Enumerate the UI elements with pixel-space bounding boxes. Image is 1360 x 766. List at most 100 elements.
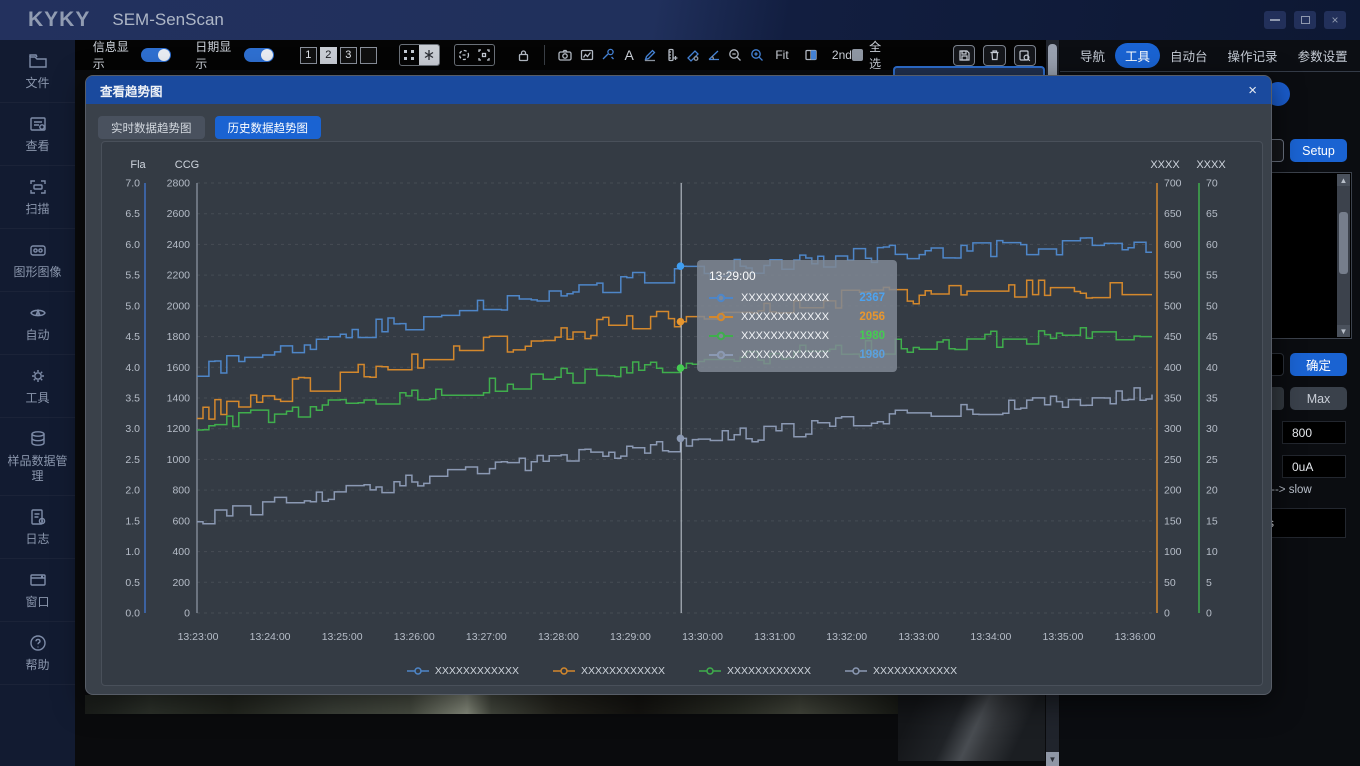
trend-chart-panel[interactable]: Fla CCG XXXX XXXX 7.0 2800 700 70 6.5 2600 650 65 6.… <box>101 141 1263 686</box>
current-input[interactable]: 0uA <box>1282 455 1346 478</box>
svg-text:60: 60 <box>1206 239 1218 251</box>
sidebar-item-window[interactable]: 窗口 <box>0 559 75 622</box>
tab-parameter-settings[interactable]: 参数设置 <box>1288 43 1358 68</box>
title-bar: KYKY SEM-SenScan × <box>0 0 1360 40</box>
date-toggle[interactable] <box>243 48 274 62</box>
zoom-in-icon[interactable] <box>746 44 767 66</box>
minimize-button[interactable] <box>1264 11 1286 29</box>
svg-text:4.5: 4.5 <box>125 331 140 343</box>
svg-text:2400: 2400 <box>167 239 191 251</box>
svg-text:4.0: 4.0 <box>125 362 140 374</box>
pen-icon[interactable] <box>640 44 661 66</box>
svg-text:13:35:00: 13:35:00 <box>1042 631 1083 643</box>
trend-chart-dialog: 查看趋势图 × 实时数据趋势图 历史数据趋势图 Fla CCG XXXX XXXX 7.… <box>85 75 1272 695</box>
svg-text:400: 400 <box>1164 362 1182 374</box>
svg-text:13:24:00: 13:24:00 <box>250 631 291 643</box>
fit-button[interactable]: Fit <box>775 48 788 62</box>
legend-item[interactable]: XXXXXXXXXXXX <box>406 665 519 677</box>
contrast-icon[interactable] <box>801 44 822 66</box>
dialog-header[interactable]: 查看趋势图 × <box>86 76 1271 104</box>
listbox-scrollbar[interactable]: ▲ ▼ <box>1337 174 1350 337</box>
svg-text:15: 15 <box>1206 515 1218 527</box>
tab-operation-log[interactable]: 操作记录 <box>1218 43 1288 68</box>
ruler-add-icon[interactable] <box>661 44 682 66</box>
setup-button[interactable]: Setup <box>1290 139 1347 162</box>
series-marker-icon <box>552 667 575 675</box>
svg-text:600: 600 <box>172 515 190 527</box>
sidebar-item-tools[interactable]: 工具 <box>0 355 75 418</box>
svg-text:550: 550 <box>1164 270 1182 282</box>
svg-text:13:33:00: 13:33:00 <box>898 631 939 643</box>
tab-realtime-trend[interactable]: 实时数据趋势图 <box>98 116 205 139</box>
sidebar-item-scan[interactable]: 扫描 <box>0 166 75 229</box>
detector-listbox[interactable]: ▲ ▼ <box>1258 172 1352 339</box>
info-toggle[interactable] <box>141 48 172 62</box>
close-button[interactable]: × <box>1324 11 1346 29</box>
svg-text:13:29:00: 13:29:00 <box>610 631 651 643</box>
corner-target-icon[interactable] <box>474 45 493 65</box>
asterisk-grid-icon[interactable] <box>419 45 439 65</box>
page-button-3[interactable]: 3 <box>339 46 357 64</box>
delete-button[interactable] <box>983 44 1006 66</box>
max-button[interactable]: Max <box>1290 387 1347 410</box>
preview-button[interactable] <box>1013 44 1036 66</box>
svg-text:700: 700 <box>1164 178 1182 190</box>
scroll-down-icon[interactable]: ▼ <box>1337 325 1350 337</box>
svg-text:500: 500 <box>1164 300 1182 312</box>
svg-text:25: 25 <box>1206 454 1218 466</box>
save-button[interactable] <box>952 44 976 66</box>
text-tool-icon[interactable]: A <box>619 44 640 66</box>
sidebar-item-auto[interactable]: 自动 <box>0 292 75 355</box>
tab-tools[interactable]: 工具 <box>1115 43 1161 68</box>
svg-text:1000: 1000 <box>167 454 191 466</box>
circle-dashed-icon[interactable] <box>455 45 474 65</box>
sidebar-item-help[interactable]: 帮助 <box>0 622 75 685</box>
dialog-close-button[interactable]: × <box>1248 83 1257 98</box>
sidebar-item-label: 工具 <box>25 391 50 405</box>
svg-text:150: 150 <box>1164 515 1182 527</box>
tab-navigation[interactable]: 导航 <box>1070 43 1115 68</box>
trend-chart-svg[interactable]: Fla CCG XXXX XXXX 7.0 2800 700 70 6.5 2600 650 65 6.… <box>102 142 1264 692</box>
maximize-button[interactable] <box>1294 11 1316 29</box>
tab-auto-stage[interactable]: 自动台 <box>1160 43 1218 68</box>
dialog-title: 查看趋势图 <box>100 84 163 99</box>
legend-item[interactable]: XXXXXXXXXXXX <box>699 665 811 677</box>
caliper-icon[interactable] <box>682 44 703 66</box>
sidebar-item-view[interactable]: 查看 <box>0 103 75 166</box>
sidebar-item-log[interactable]: 日志 <box>0 496 75 559</box>
confirm-button[interactable]: 确定 <box>1290 353 1347 376</box>
tools-icon[interactable] <box>597 44 618 66</box>
svg-text:2000: 2000 <box>167 300 191 312</box>
scroll-up-icon[interactable]: ▲ <box>1337 174 1350 186</box>
svg-text:13:28:00: 13:28:00 <box>538 631 579 643</box>
listbox-scrollbar-thumb[interactable] <box>1339 212 1348 274</box>
angle-icon[interactable] <box>704 44 725 66</box>
maximize-icon <box>1300 16 1310 24</box>
scrollbar-down-button[interactable]: ▼ <box>1046 752 1059 766</box>
svg-text:400: 400 <box>172 546 190 558</box>
second-detector-button[interactable]: 2nd <box>832 48 852 62</box>
sidebar-item-sample-data[interactable]: 样品数据管理 <box>0 418 75 496</box>
page-button-4[interactable] <box>359 46 377 64</box>
sidebar-item-label: 文件 <box>25 76 50 90</box>
page-button-2[interactable]: 2 <box>319 46 337 64</box>
dots-expand-icon[interactable] <box>400 45 419 65</box>
legend-item[interactable]: XXXXXXXXXXXX <box>845 665 957 677</box>
dialog-tabs: 实时数据趋势图 历史数据趋势图 <box>98 116 321 139</box>
svg-text:2200: 2200 <box>167 270 191 282</box>
select-all-checkbox[interactable] <box>851 49 864 61</box>
zoom-out-icon[interactable] <box>725 44 746 66</box>
svg-text:7.0: 7.0 <box>125 178 140 190</box>
legend-item[interactable]: XXXXXXXXXXXX <box>552 665 665 677</box>
camera-icon[interactable] <box>555 44 576 66</box>
page-buttons: 1 2 3 <box>299 46 377 64</box>
page-button-1[interactable]: 1 <box>299 46 317 64</box>
svg-text:100: 100 <box>1164 546 1182 558</box>
tooltip-rows: XXXXXXXXXXXX 2367 XXXXXXXXXXXX 2056 XXXX… <box>709 292 885 361</box>
sidebar-item-file[interactable]: 文件 <box>0 40 75 103</box>
lock-icon[interactable] <box>513 44 534 66</box>
sidebar-item-image[interactable]: 图形图像 <box>0 229 75 292</box>
tab-history-trend[interactable]: 历史数据趋势图 <box>214 116 321 139</box>
voltage-input[interactable]: 800 <box>1282 421 1346 444</box>
histogram-icon[interactable] <box>576 44 597 66</box>
